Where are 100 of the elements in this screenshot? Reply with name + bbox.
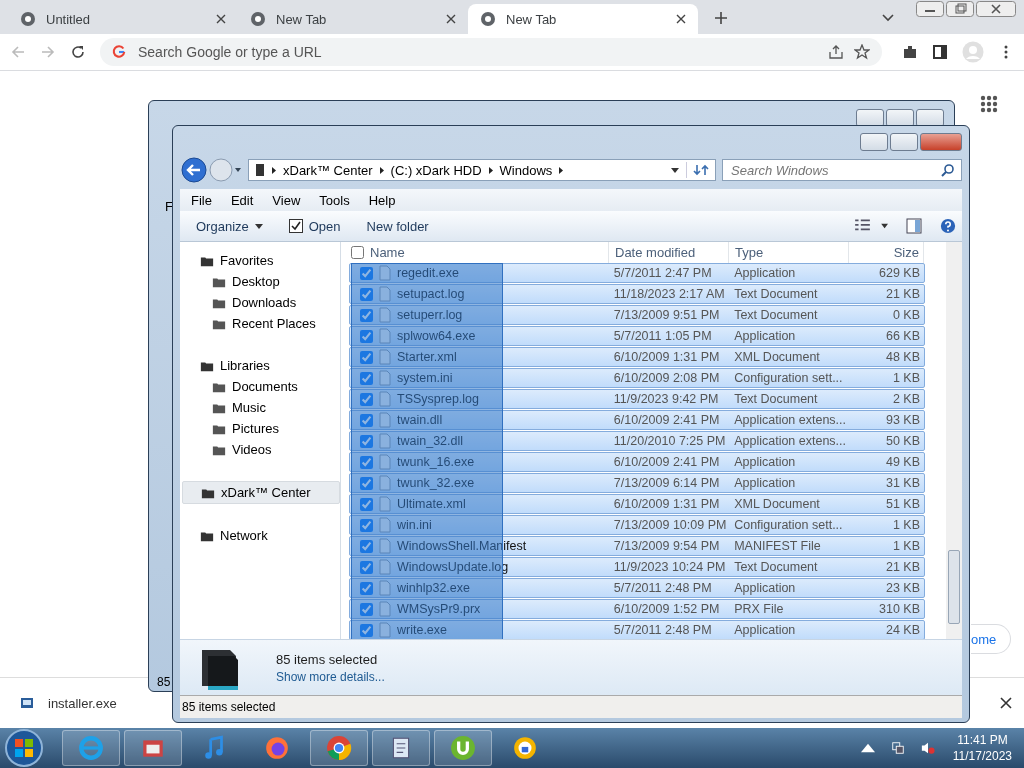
chevron-right-icon[interactable] <box>379 166 384 174</box>
row-checkbox[interactable] <box>360 581 373 595</box>
close-icon[interactable] <box>676 14 686 24</box>
file-row[interactable]: twain.dll 6/10/2009 2:41 PM Application extens... 93 KB <box>349 410 925 430</box>
reload-icon[interactable] <box>70 44 86 60</box>
row-checkbox[interactable] <box>360 392 373 406</box>
address-field[interactable]: Search Google or type a URL <box>100 38 882 66</box>
row-checkbox[interactable] <box>360 308 373 322</box>
row-checkbox[interactable] <box>360 413 373 427</box>
side-panel-icon[interactable] <box>932 44 948 60</box>
row-checkbox[interactable] <box>360 434 373 448</box>
nav-item[interactable]: Downloads <box>182 292 340 313</box>
file-row[interactable]: twunk_16.exe 6/10/2009 2:41 PM Application 49 KB <box>349 452 925 472</box>
row-checkbox[interactable] <box>360 539 373 553</box>
nav-item[interactable]: Favorites <box>182 250 340 271</box>
nav-item[interactable]: Documents <box>182 376 340 397</box>
open-button[interactable]: Open <box>284 216 345 236</box>
clock[interactable]: 11:41 PM 11/17/2023 <box>944 733 1020 763</box>
row-checkbox[interactable] <box>360 455 373 469</box>
chevron-right-icon[interactable] <box>559 166 564 174</box>
close-icon[interactable] <box>976 1 1016 17</box>
nav-item[interactable]: Videos <box>182 439 340 460</box>
restore-icon[interactable] <box>946 1 974 17</box>
menu-item[interactable]: F <box>165 199 173 214</box>
chevron-right-icon[interactable] <box>272 166 276 174</box>
row-checkbox[interactable] <box>360 518 373 532</box>
column-header[interactable]: Name <box>370 245 405 260</box>
start-button[interactable] <box>4 728 44 768</box>
new-folder-button[interactable]: New folder <box>362 216 433 236</box>
menu-item[interactable]: Help <box>368 192 396 208</box>
speaker-muted-icon[interactable] <box>920 741 935 755</box>
file-row[interactable]: system.ini 6/10/2009 2:08 PM Configuration sett... 1 KB <box>349 368 925 388</box>
details-link[interactable]: Show more details... <box>276 669 385 684</box>
help-icon[interactable] <box>940 218 956 234</box>
breadcrumb-item[interactable]: Windows <box>499 162 553 178</box>
download-item[interactable]: installer.exe <box>48 695 117 711</box>
browser-tab[interactable]: New Tab <box>468 4 698 34</box>
nav-item[interactable]: xDark™ Center <box>182 481 340 504</box>
file-row[interactable]: regedit.exe 5/7/2011 2:47 PM Application 629 KB <box>349 263 925 283</box>
nav-item[interactable]: Recent Places <box>182 313 340 334</box>
nav-item[interactable]: Network <box>182 525 340 546</box>
taskbar-button[interactable] <box>372 730 430 766</box>
row-checkbox[interactable] <box>360 476 373 490</box>
search-field[interactable]: Search Windows <box>722 159 962 181</box>
menu-item[interactable]: View <box>272 192 301 208</box>
minimize-icon[interactable] <box>916 1 944 17</box>
row-checkbox[interactable] <box>360 266 373 280</box>
customize-button[interactable]: ome <box>971 624 1012 654</box>
close-icon[interactable] <box>216 14 226 24</box>
file-row[interactable]: win.ini 7/13/2009 10:09 PM Configuration sett... 1 KB <box>349 515 925 535</box>
row-checkbox[interactable] <box>360 287 373 301</box>
close-icon[interactable] <box>1000 697 1012 709</box>
nav-item[interactable]: Pictures <box>182 418 340 439</box>
address-bar[interactable]: xDark™ Center (C:) xDark HDD Windows <box>248 159 716 181</box>
share-icon[interactable] <box>828 44 844 60</box>
row-checkbox[interactable] <box>360 371 373 385</box>
address-input[interactable]: Search Google or type a URL <box>136 43 818 61</box>
network-icon[interactable] <box>890 741 905 755</box>
nav-item[interactable]: Libraries <box>182 355 340 376</box>
file-row[interactable]: winhlp32.exe 5/7/2011 2:48 PM Application 23 KB <box>349 578 925 598</box>
file-row[interactable]: splwow64.exe 5/7/2011 1:05 PM Application 66 KB <box>349 326 925 346</box>
close-icon[interactable] <box>446 14 456 24</box>
nav-item[interactable]: Music <box>182 397 340 418</box>
back-forward-icon[interactable] <box>180 156 242 184</box>
menu-item[interactable]: File <box>191 192 212 208</box>
row-checkbox[interactable] <box>360 560 373 574</box>
nav-item[interactable]: Desktop <box>182 271 340 292</box>
menu-item[interactable]: Tools <box>319 192 350 208</box>
row-checkbox[interactable] <box>360 602 373 616</box>
row-checkbox[interactable] <box>360 623 373 637</box>
file-row[interactable]: write.exe 5/7/2011 2:48 PM Application 24 KB <box>349 620 925 639</box>
dropdown-icon[interactable] <box>671 167 679 173</box>
menu-item[interactable]: Edit <box>230 192 254 208</box>
row-checkbox[interactable] <box>360 329 373 343</box>
file-row[interactable]: WMSysPr9.prx 6/10/2009 1:52 PM PRX File 310 KB <box>349 599 925 619</box>
file-row[interactable]: twunk_32.exe 7/13/2009 6:14 PM Application 31 KB <box>349 473 925 493</box>
chevron-right-icon[interactable] <box>488 166 493 174</box>
breadcrumb-item[interactable]: (C:) xDark HDD <box>390 162 482 178</box>
file-row[interactable]: twain_32.dll 11/20/2010 7:25 PM Application extens... 50 KB <box>349 431 925 451</box>
browser-tab[interactable]: New Tab <box>238 4 468 34</box>
taskbar-button[interactable] <box>434 730 492 766</box>
apps-grid-icon[interactable] <box>980 95 998 113</box>
taskbar-button[interactable] <box>124 730 182 766</box>
organize-button[interactable]: Organize <box>192 216 267 236</box>
row-checkbox[interactable] <box>360 350 373 364</box>
file-row[interactable]: TSSysprep.log 11/9/2023 9:42 PM Text Document 2 KB <box>349 389 925 409</box>
breadcrumb-item[interactable]: xDark™ Center <box>283 162 373 178</box>
new-tab-icon[interactable] <box>714 11 728 25</box>
tray-arrow-icon[interactable] <box>860 741 875 755</box>
file-row[interactable]: setuperr.log 7/13/2009 9:51 PM Text Document 0 KB <box>349 305 925 325</box>
preview-pane-icon[interactable] <box>906 218 922 234</box>
file-row[interactable]: setupact.log 11/18/2023 2:17 AM Text Document 21 KB <box>349 284 925 304</box>
refresh-icon[interactable] <box>686 162 709 178</box>
star-icon[interactable] <box>854 44 870 60</box>
file-row[interactable]: Ultimate.xml 6/10/2009 1:31 PM XML Document 51 KB <box>349 494 925 514</box>
browser-tab[interactable]: Untitled <box>8 4 238 34</box>
scrollbar[interactable] <box>946 242 962 639</box>
select-all-checkbox[interactable] <box>351 246 364 259</box>
file-row[interactable]: Starter.xml 6/10/2009 1:31 PM XML Document 48 KB <box>349 347 925 367</box>
chevron-icon[interactable] <box>882 14 894 22</box>
